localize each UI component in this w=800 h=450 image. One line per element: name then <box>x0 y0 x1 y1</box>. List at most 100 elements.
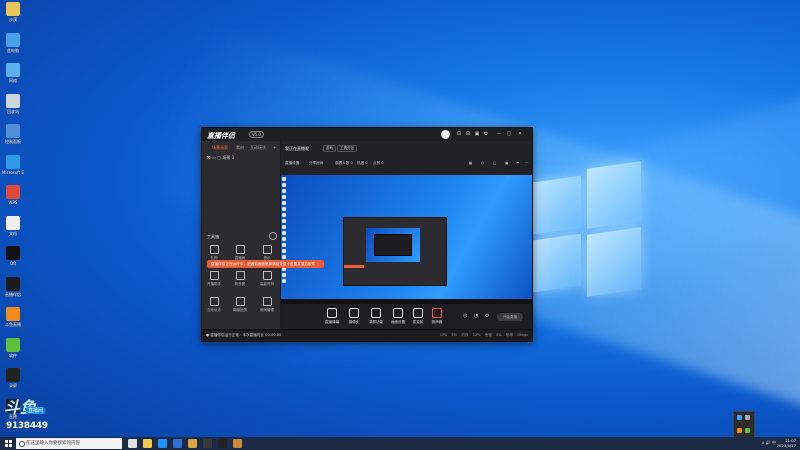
live-companion-window[interactable]: 直播伴侣 V5.0 ⊡ ⊟ ▣ ⚙ — □ ✕ 场景画面 素材 互动玩法 + 👁… <box>201 127 533 342</box>
desktop-icon[interactable]: WPS <box>2 185 24 205</box>
desktop-icon[interactable]: 此电脑 <box>2 32 24 54</box>
desktop-icon-label: 网络 <box>9 78 17 83</box>
gear-small-icon[interactable]: ⚙ <box>485 313 489 319</box>
tool-button[interactable]: 开播助手 <box>206 271 222 287</box>
tray-app-icon[interactable] <box>745 428 750 433</box>
taskbar-search-box[interactable]: 在这里输入你要搜索的内容 <box>16 438 122 449</box>
desktop-icon[interactable]: 录屏 <box>2 368 24 389</box>
desktop-icon[interactable]: 网络 <box>2 63 24 84</box>
screenshot-icon[interactable]: ▢ <box>493 161 496 165</box>
tool-button[interactable]: 礼物 <box>206 245 222 261</box>
category-chip[interactable]: 游戏 <box>323 145 337 152</box>
title-bar[interactable]: 直播伴侣 V5.0 ⊡ ⊟ ▣ ⚙ — □ ✕ <box>202 128 532 141</box>
minimize-button[interactable]: — <box>496 131 502 137</box>
refresh-icon[interactable] <box>269 232 277 240</box>
system-clock[interactable]: 11:07 2023/4/17 <box>777 438 796 448</box>
desktop-app-icon <box>6 307 20 321</box>
windows-logo-wallpaper <box>533 157 643 307</box>
more-icon[interactable]: ⋯ <box>525 161 529 165</box>
share-room-button[interactable]: 分享房间 <box>309 161 323 166</box>
desktop-icon[interactable]: 斗鱼直播 <box>2 307 24 328</box>
taskbar-app-icon[interactable] <box>158 439 167 448</box>
tray-overflow-popup <box>733 411 755 439</box>
taskbar-app-icon[interactable] <box>233 439 242 448</box>
tool-button[interactable]: 直播间 <box>232 245 248 261</box>
tab-interactive[interactable]: 互动玩法 <box>250 145 266 151</box>
volume-small-icon[interactable]: ◔ <box>474 313 478 319</box>
room-number: 9138449 <box>6 421 48 431</box>
desktop-icon[interactable]: Microsoft Edge <box>2 154 24 175</box>
scene-label: 场景 1 <box>222 155 235 160</box>
tool-button[interactable]: 弹幕投屏 <box>232 297 248 313</box>
control-icon <box>413 308 423 318</box>
window-icon[interactable]: ▣ <box>505 161 508 165</box>
tool-icon <box>235 271 245 280</box>
scene-list-item[interactable]: 👁 ▭ ▢ 场景 1 <box>206 155 234 161</box>
taskbar-app-icon[interactable] <box>143 439 152 448</box>
desktop-icon[interactable]: 直播伴侣 <box>2 276 24 298</box>
tool-label: 弹幕投屏 <box>233 308 247 312</box>
taskbar-app-icon[interactable] <box>173 439 182 448</box>
subcategory-chip[interactable]: 工具分区 <box>337 145 358 152</box>
message-icon[interactable]: ⊟ <box>465 131 471 137</box>
tool-icon <box>235 297 245 306</box>
desktop-icon[interactable]: 软件 <box>2 337 24 359</box>
desktop-icon[interactable]: 沙漠 <box>2 2 24 23</box>
control-button[interactable]: 扬声器 <box>428 308 446 325</box>
toolbox-title: 工具箱 <box>207 234 219 239</box>
tray-app-icon[interactable] <box>745 415 750 420</box>
desktop-icon[interactable]: 文档 <box>2 215 24 237</box>
layout-icon[interactable]: ▦ <box>469 161 472 165</box>
tray-app-icon[interactable] <box>737 428 742 433</box>
taskbar-app-icon[interactable] <box>128 439 137 448</box>
tool-button[interactable]: 粉丝团 <box>232 271 248 287</box>
eye-icon[interactable]: 👁 ▭ ▢ <box>206 155 222 160</box>
room-title[interactable]: 我正在直播呢 <box>285 146 309 152</box>
screen-icon[interactable]: ▣ <box>474 131 480 137</box>
record-icon[interactable]: ⎙ <box>481 161 484 165</box>
clock-date: 2023/4/17 <box>776 443 796 448</box>
desktop-icon[interactable]: 控制面板 <box>2 124 24 145</box>
maximize-button[interactable]: □ <box>506 131 512 137</box>
windows-start-icon[interactable] <box>5 440 12 447</box>
flag-icon[interactable]: ⚑ <box>516 161 519 165</box>
control-button[interactable]: 麦克风 <box>409 308 427 325</box>
control-button[interactable]: 摄像头 <box>345 308 363 325</box>
control-icon <box>371 308 381 318</box>
desktop-icon[interactable]: QQ <box>2 246 24 266</box>
desktop-app-icon <box>6 215 20 230</box>
desktop-icon[interactable]: 回收站 <box>2 93 24 115</box>
search-placeholder: 在这里输入你要搜索的内容 <box>26 441 80 446</box>
start-live-button[interactable]: 开始直播 <box>497 313 523 321</box>
tool-button[interactable]: 高能时刻 <box>259 271 275 287</box>
settings-icon[interactable]: ⚙ <box>483 131 489 137</box>
tool-button[interactable]: 房间管理 <box>259 297 275 313</box>
tool-button[interactable]: 互动玩法 <box>206 297 222 313</box>
tab-scenes[interactable]: 场景画面 <box>212 145 228 151</box>
desktop-icon-label: 控制面板 <box>5 139 21 144</box>
desktop-icon-label: 此电脑 <box>7 47 19 53</box>
taskbar-app-icon[interactable] <box>218 439 227 448</box>
version-badge[interactable]: V5.0 <box>249 131 265 138</box>
camera-small-icon[interactable]: ◎ <box>463 313 467 319</box>
desktop-app-icon <box>6 337 20 352</box>
taskbar-app-icon[interactable] <box>203 439 212 448</box>
control-button[interactable]: 录屏功能 <box>367 308 385 325</box>
system-tray[interactable]: ∧ 🔊 中 <box>762 440 776 446</box>
add-icon[interactable]: + <box>273 145 276 150</box>
tray-app-icon[interactable] <box>737 415 742 420</box>
tool-button[interactable]: 音乐 <box>259 245 275 261</box>
close-button[interactable]: ✕ <box>517 131 523 137</box>
tab-assets[interactable]: 素材 <box>236 145 244 151</box>
douyu-room-badge: 斗鱼 直播间 9138449 <box>4 394 62 434</box>
skin-icon[interactable]: ⊡ <box>456 131 462 137</box>
user-avatar[interactable] <box>441 130 450 139</box>
warning-toast[interactable]: 直播伴侣正在运行中，如遇到画面黑屏请检查显卡设置并重启软件 <box>207 260 324 268</box>
taskbar-app-icon[interactable] <box>188 439 197 448</box>
tool-icon <box>262 245 272 254</box>
control-button[interactable]: 画面设置 <box>389 308 407 325</box>
tool-icon <box>262 271 272 280</box>
live-settings-button[interactable]: 直播设置 <box>285 161 299 166</box>
stream-preview[interactable] <box>281 175 532 305</box>
control-button[interactable]: 直播弹幕 <box>323 308 341 325</box>
